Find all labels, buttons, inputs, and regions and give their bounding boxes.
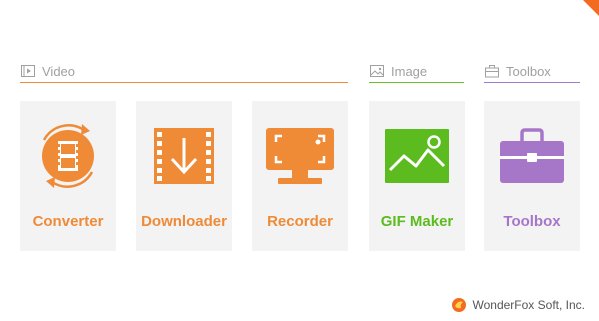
- downloader-label: Downloader: [141, 213, 227, 230]
- converter-label: Converter: [32, 213, 104, 230]
- downloader-button[interactable]: Downloader: [136, 101, 232, 251]
- image-section-header: Image: [369, 60, 464, 83]
- gif-maker-label: GIF Maker: [380, 213, 454, 230]
- toolbox-section-icon: [484, 63, 500, 79]
- gif-maker-button[interactable]: GIF Maker: [369, 101, 465, 251]
- recorder-icon: [264, 126, 336, 191]
- video-section-icon: [20, 63, 36, 79]
- wonderfox-logo-icon: [451, 297, 467, 313]
- toolbox-icon: [498, 127, 566, 190]
- converter-button[interactable]: Converter: [20, 101, 116, 251]
- recorder-button[interactable]: Recorder: [252, 101, 348, 251]
- toolbox-section-label: Toolbox: [506, 63, 551, 79]
- company-footer: WonderFox Soft, Inc.: [451, 297, 586, 313]
- converter-icon: [32, 120, 104, 197]
- image-section-icon: [369, 63, 385, 79]
- image-section-label: Image: [391, 63, 428, 79]
- toolbox-section-header: Toolbox: [484, 60, 580, 83]
- company-name: WonderFox Soft, Inc.: [472, 298, 586, 312]
- toolbox-button[interactable]: Toolbox: [484, 101, 580, 251]
- video-section-label: Video: [42, 63, 76, 79]
- corner-accent: [583, 0, 599, 16]
- gif-maker-icon: [384, 128, 450, 189]
- toolbox-label: Toolbox: [503, 213, 561, 230]
- recorder-label: Recorder: [267, 213, 333, 230]
- video-section-header: Video: [20, 60, 348, 83]
- downloader-icon: [152, 126, 216, 191]
